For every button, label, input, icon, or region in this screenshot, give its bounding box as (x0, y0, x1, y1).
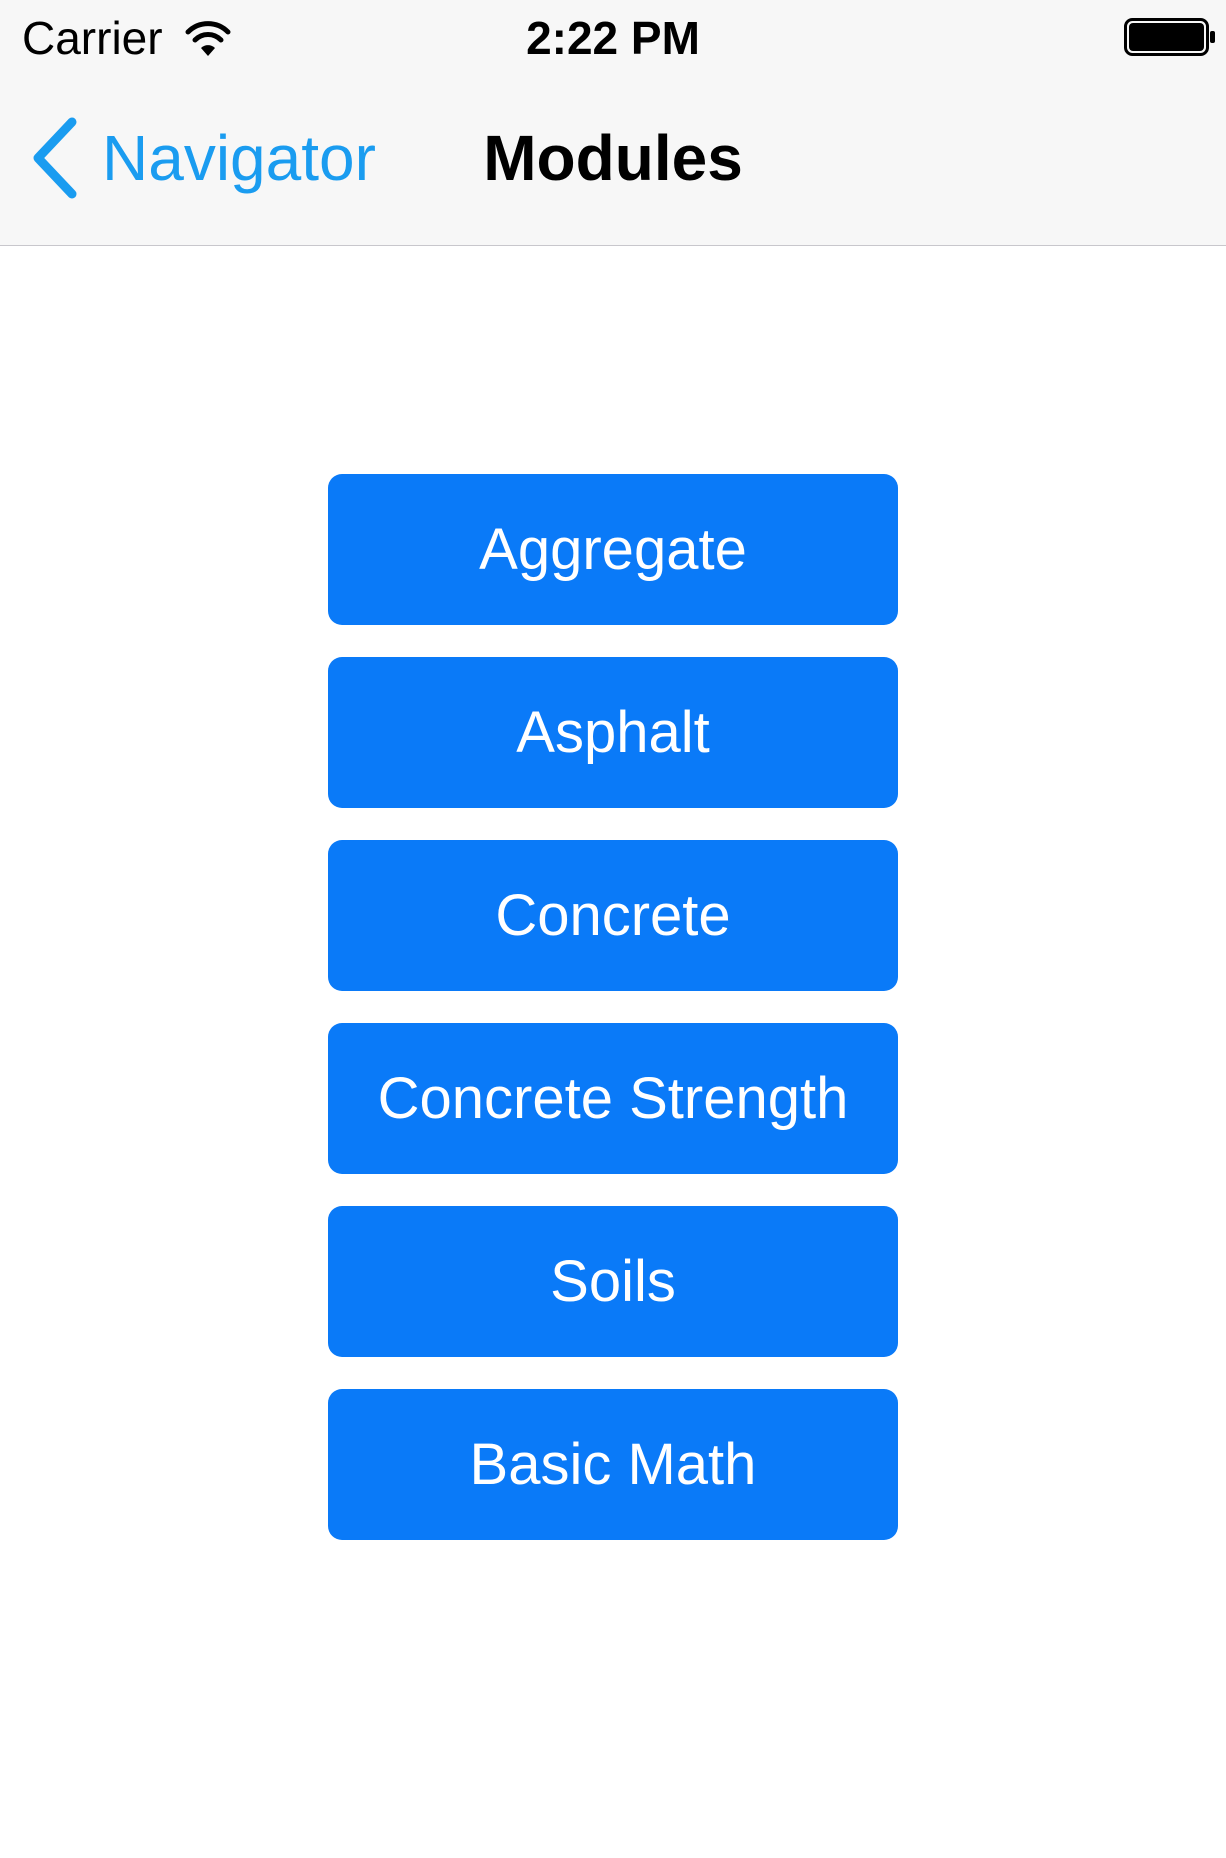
basic-math-button[interactable]: Basic Math (328, 1389, 898, 1540)
status-time: 2:22 PM (526, 12, 700, 64)
modules-screen: Carrier 2:22 PM Navigator Modules Aggreg… (0, 0, 1226, 1858)
battery-icon (1124, 18, 1215, 56)
module-list: Aggregate Asphalt Concrete Concrete Stre… (328, 474, 898, 1572)
concrete-strength-button[interactable]: Concrete Strength (328, 1023, 898, 1174)
asphalt-button[interactable]: Asphalt (328, 657, 898, 808)
soils-button[interactable]: Soils (328, 1206, 898, 1357)
page-title: Modules (483, 122, 743, 194)
aggregate-button[interactable]: Aggregate (328, 474, 898, 625)
concrete-button[interactable]: Concrete (328, 840, 898, 991)
top-bar: Carrier 2:22 PM Navigator Modules (0, 0, 1226, 246)
